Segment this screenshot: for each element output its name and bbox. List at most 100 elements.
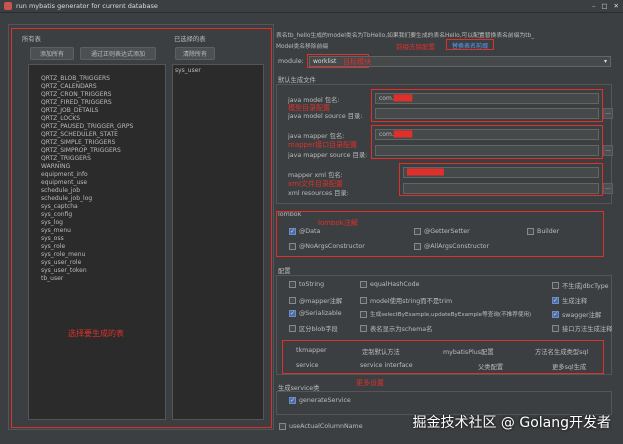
prefix-hint-line1: 表名tb_hello生成的model类名为TbHello,如果我们要生成的表名H… (276, 33, 535, 39)
xml-source-input[interactable] (403, 183, 599, 194)
table-list-item[interactable]: sys_captcha (29, 203, 165, 211)
tostring-checkbox[interactable]: toString (289, 281, 324, 288)
tab-service-interface[interactable]: service interface (360, 362, 413, 369)
chevron-down-icon: ▾ (603, 58, 607, 65)
use-actual-column-name-checkbox[interactable]: useActualColumnName (279, 423, 363, 430)
table-list-item[interactable]: sys_user_token (29, 267, 165, 275)
checkbox-icon: ✓ (289, 396, 296, 404)
prefix-annotation: 前缀去除配置 (396, 43, 435, 51)
table-list-item[interactable]: QRTZ_CALENDARS (29, 83, 165, 91)
table-list-item[interactable]: sys_role (29, 243, 165, 251)
minimize-icon[interactable]: – (592, 2, 595, 10)
tab-mybatisplus[interactable]: mybatisPlus配置 (443, 347, 494, 356)
mapper-package-input[interactable]: com.████ (375, 129, 599, 140)
table-list-item[interactable]: sys_oss (29, 235, 165, 243)
generate-service-checkbox[interactable]: ✓ generateService (289, 397, 351, 404)
checkbox-icon: ✓ (289, 309, 296, 317)
table-list-item[interactable]: equipment_use (29, 179, 165, 187)
replace-prefix-link[interactable]: 替换表名前缀 (452, 41, 488, 50)
add-by-regex-button[interactable]: 通过正则表达式添加 (80, 47, 156, 60)
module-annotation: 目标模块 (343, 58, 371, 66)
equalhashcode-checkbox[interactable]: equalHashCode (360, 281, 419, 288)
model-source-browse-button[interactable]: ... (603, 108, 613, 119)
maximize-icon[interactable]: □ (601, 2, 607, 10)
table-list-item[interactable]: QRTZ_CRON_TRIGGERS (29, 91, 165, 99)
no-jdbctype-checkbox[interactable]: 不生成jdbcType (552, 281, 609, 290)
lombok-noargs-checkbox[interactable]: @NoArgsConstructor (289, 243, 365, 250)
add-all-button[interactable]: 添加所有 (30, 47, 74, 60)
checkbox-icon (360, 297, 367, 304)
mapper-annotation-checkbox[interactable]: @mapper注解 (289, 296, 342, 305)
table-list-item[interactable]: sys_role_menu (29, 251, 165, 259)
serializable-checkbox[interactable]: ✓ @Serializable (289, 310, 342, 317)
checkbox-icon: ✓ (552, 296, 559, 304)
selected-tables-list[interactable]: sys_user (172, 64, 264, 420)
prefix-hint-line2: Model类名移除前缀 (276, 44, 329, 50)
mapper-package-label: java mapper 包名: (288, 133, 345, 140)
app-icon (4, 2, 12, 10)
mapper-source-browse-button[interactable]: ... (603, 145, 613, 156)
swagger-checkbox[interactable]: ✓ swagger注解 (552, 310, 601, 319)
checkbox-icon: ✓ (289, 227, 296, 235)
tab-custom-default-methods[interactable]: 定制默认方法 (362, 347, 400, 356)
all-tables-list[interactable]: QRTZ_BLOB_TRIGGERS QRTZ_CALENDARS QRTZ_CRO… (28, 64, 166, 420)
blob-field-checkbox[interactable]: 区分blob字段 (289, 324, 338, 333)
mapper-source-input[interactable] (375, 145, 599, 156)
all-tables-label: 所有表 (22, 36, 41, 43)
lombok-allargs-checkbox[interactable]: @AllArgsConstructor (414, 243, 489, 250)
table-list-item[interactable]: QRTZ_LOCKS (29, 115, 165, 123)
table-list-item[interactable]: schedule_job_log (29, 195, 165, 203)
generate-comment-checkbox[interactable]: ✓ 生成注释 (552, 296, 587, 305)
window-title: run mybatis generator for current databa… (16, 2, 158, 10)
xml-package-label: mapper xml 包名: (288, 172, 343, 179)
tab-tkmapper[interactable]: tkmapper (296, 347, 327, 354)
table-list-item[interactable]: QRTZ_BLOB_TRIGGERS (29, 75, 165, 83)
remove-all-button[interactable]: 清除所有 (175, 47, 215, 60)
table-list-item[interactable]: sys_log (29, 219, 165, 227)
table-list-item[interactable]: tb_user (29, 275, 165, 283)
model-package-input[interactable]: com.████ (375, 93, 599, 104)
table-list-item[interactable]: sys_user_role (29, 259, 165, 267)
table-list-item[interactable]: QRTZ_SIMPLE_TRIGGERS (29, 139, 165, 147)
model-source-input[interactable] (375, 108, 599, 119)
checkbox-icon (552, 282, 559, 289)
table-list-item[interactable]: equipment_info (29, 171, 165, 179)
table-list-item[interactable]: QRTZ_SIMPROP_TRIGGERS (29, 147, 165, 155)
tab-parent-class[interactable]: 父类配置 (478, 362, 503, 371)
model-annotation: 模型目录配置 (288, 104, 330, 112)
tab-more-sql[interactable]: 更多sql生成 (552, 362, 586, 371)
schema-name-checkbox[interactable]: 表名显示为schema名 (360, 324, 432, 333)
module-label: module: (278, 58, 304, 65)
module-value: worklist (313, 58, 337, 65)
checkbox-icon (289, 243, 296, 250)
interface-comment-checkbox[interactable]: 接口方法生成注释 (552, 324, 612, 333)
close-icon[interactable]: ✕ (614, 2, 619, 10)
mapper-annotation: mapper接口目录配置 (288, 141, 358, 149)
tab-service[interactable]: service (296, 362, 319, 369)
checkbox-icon (289, 297, 296, 304)
checkbox-icon (527, 228, 534, 235)
selected-table-item[interactable]: sys_user (173, 67, 263, 75)
checkbox-icon: ✓ (552, 310, 559, 318)
table-list-item[interactable]: QRTZ_TRIGGERS (29, 155, 165, 163)
xml-source-label: xml resources 目录: (288, 190, 349, 197)
table-list-item[interactable]: sys_menu (29, 227, 165, 235)
xml-source-browse-button[interactable]: ... (603, 183, 613, 194)
checkbox-icon (360, 310, 367, 318)
xml-package-input[interactable]: ████████ (403, 167, 599, 178)
lombok-data-checkbox[interactable]: ✓ @Data (289, 228, 320, 235)
table-list-item[interactable]: QRTZ_SCHEDULER_STATE (29, 131, 165, 139)
select-by-example-checkbox[interactable]: 生成selectByExample,updateByExample等查询(不推荐… (360, 310, 531, 318)
table-list-item[interactable]: QRTZ_JOB_DETAILS (29, 107, 165, 115)
lombok-builder-checkbox[interactable]: Builder (527, 228, 559, 235)
table-list-item[interactable]: QRTZ_PAUSED_TRIGGER_GRPS (29, 123, 165, 131)
window-titlebar: run mybatis generator for current databa… (0, 0, 623, 13)
table-list-item[interactable]: WARNING (29, 163, 165, 171)
table-list-item[interactable]: sys_config (29, 211, 165, 219)
tab-method-name-sql[interactable]: 方法名生成类型sql (535, 347, 588, 356)
lombok-gettersetter-checkbox[interactable]: @GetterSetter (414, 228, 470, 235)
lombok-label: lombok (278, 211, 302, 218)
table-list-item[interactable]: QRTZ_FIRED_TRIGGERS (29, 99, 165, 107)
model-string-trim-checkbox[interactable]: model使用string而不是trim (360, 296, 452, 305)
table-list-item[interactable]: schedule_job (29, 187, 165, 195)
